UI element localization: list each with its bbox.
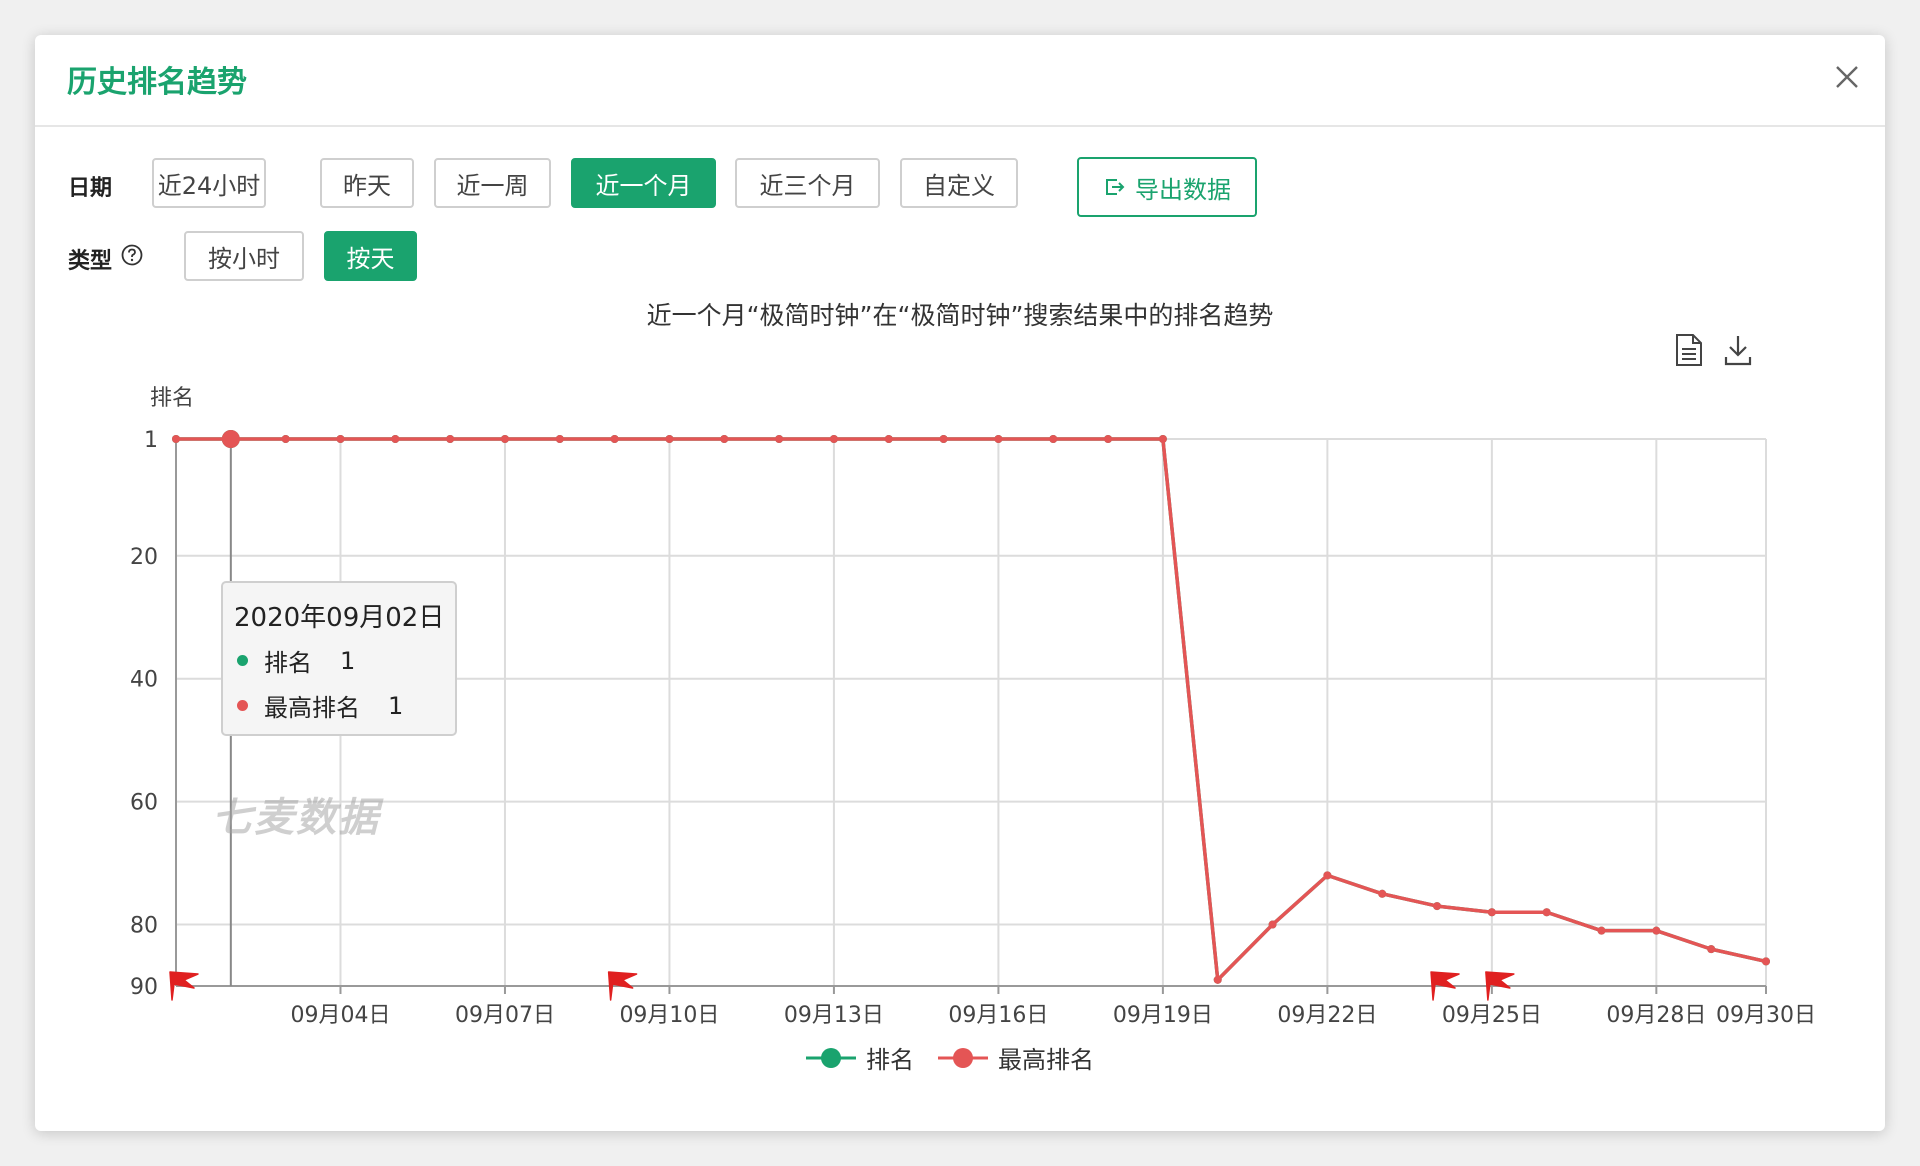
x-tick-label: 09月19日 [1113,1003,1213,1028]
data-point-max-rank [720,435,729,443]
x-tick-label: 09月10日 [619,1003,719,1028]
y-tick-label: 80 [130,914,158,939]
data-point-max-rank [1652,926,1661,935]
data-point-max-rank [1707,945,1716,954]
x-tick-label: 09月22日 [1277,1003,1377,1028]
data-point-max-rank [610,435,619,443]
data-point-max-rank [884,435,893,443]
data-point-max-rank [500,435,509,443]
data-point-max-rank [221,430,240,448]
data-point-max-rank [1268,920,1277,929]
data-point-max-rank [1323,871,1332,880]
tooltip-max-rank-dot [237,700,248,711]
x-tick-label: 09月25日 [1442,1003,1542,1028]
legend-rank-marker [806,1047,856,1068]
data-point-max-rank [1542,908,1551,917]
data-point-max-rank [1597,926,1606,935]
watermark: 七麦数据 [208,788,388,853]
data-point-max-rank [939,435,948,443]
y-tick-label: 90 [130,975,158,1000]
data-point-max-rank [281,435,290,443]
data-point-max-rank [1104,435,1113,443]
legend-max-rank-label: 最高排名 [998,1046,1094,1074]
data-point-max-rank [1049,435,1058,443]
chart-tooltip: 2020年09月02日 排名 1 最高排名 1 [221,581,457,736]
x-tick-label: 09月28日 [1606,1003,1706,1028]
y-tick-label: 40 [130,668,158,693]
x-tick-label: 09月30日 [1716,1003,1816,1028]
data-point-max-rank [829,435,838,443]
legend-item-rank[interactable]: 排名 [806,1040,914,1075]
y-tick-label: 1 [144,428,158,453]
x-tick-label: 09月07日 [455,1003,555,1028]
svg-text:七麦数据: 七麦数据 [212,795,384,841]
data-point-max-rank [994,435,1003,443]
data-point-max-rank [555,435,564,443]
x-tick-label: 09月13日 [784,1003,884,1028]
data-point-max-rank [1213,975,1222,984]
x-tick-label: 09月16日 [948,1003,1048,1028]
tooltip-rank-name: 排名 [264,649,312,677]
legend-item-max-rank[interactable]: 最高排名 [938,1040,1094,1075]
tooltip-rank-dot [237,655,248,666]
x-tick-label: 09月04日 [290,1003,390,1028]
legend-max-rank-marker [938,1047,988,1068]
tooltip-row-max-rank: 最高排名 1 [237,688,403,723]
y-tick-label: 60 [130,791,158,816]
data-point-max-rank [1762,957,1770,966]
tooltip-max-rank-name: 最高排名 [264,694,360,722]
data-point-max-rank [172,435,180,443]
tooltip-rank-value: 1 [340,646,356,675]
data-point-max-rank [1433,902,1442,911]
legend-rank-label: 排名 [866,1046,914,1074]
watermark-logo: 七麦数据 [212,795,384,841]
data-point-max-rank [775,435,784,443]
chart-legend: 排名 最高排名 [806,1040,1094,1075]
y-tick-label: 20 [130,545,158,570]
data-point-max-rank [336,435,345,443]
tooltip-row-rank: 排名 1 [237,643,355,678]
data-point-max-rank [665,435,674,443]
data-point-max-rank [1487,908,1496,917]
y-axis-label: 排名 [150,386,194,411]
tooltip-date: 2020年09月02日 [234,603,445,633]
data-point-max-rank [446,435,455,443]
tooltip-max-rank-value: 1 [388,691,404,720]
data-point-max-rank [391,435,400,443]
data-point-max-rank [1378,889,1387,898]
data-point-max-rank [1158,435,1167,443]
